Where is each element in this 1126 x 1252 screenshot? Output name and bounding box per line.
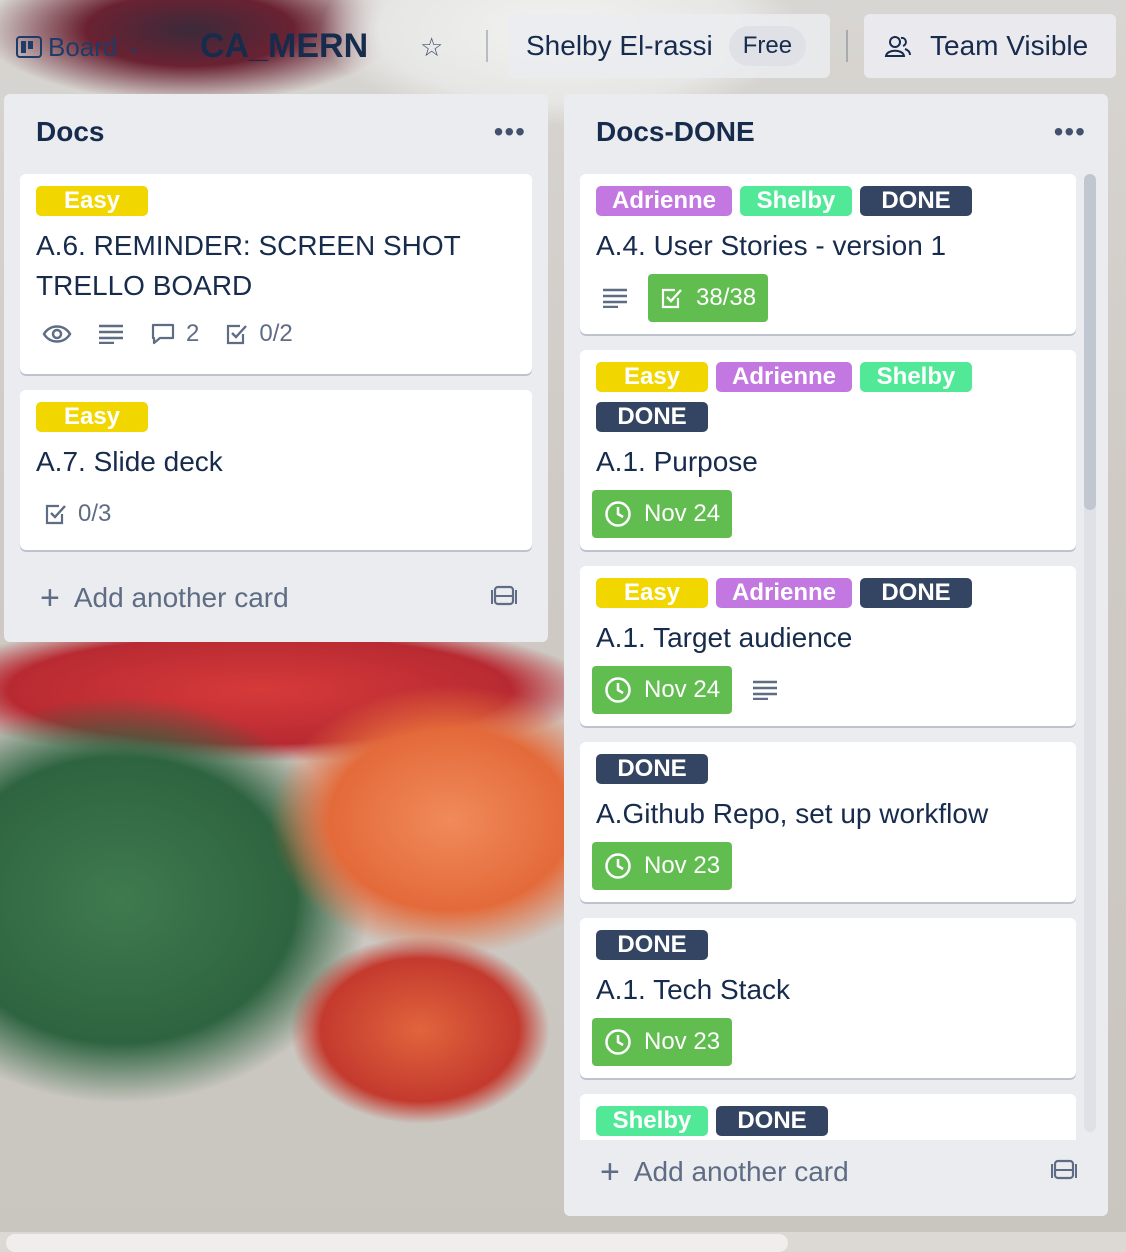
- template-icon[interactable]: [1050, 1158, 1078, 1184]
- team-icon: [884, 36, 911, 57]
- list-title[interactable]: Docs: [36, 116, 104, 148]
- checklist-complete-badge: 38/38: [648, 274, 769, 322]
- label-done[interactable]: DONE: [860, 578, 973, 608]
- checklist-icon: [45, 504, 66, 525]
- clock-icon: [605, 677, 631, 703]
- checklist-icon: [661, 288, 682, 309]
- card-title: A.4. User Stories - version 1: [596, 230, 947, 261]
- card[interactable]: Easy Adrienne Shelby DONE A.1. Purpose N…: [580, 350, 1076, 550]
- label-done[interactable]: DONE: [596, 402, 708, 432]
- add-card-label: Add another card: [73, 582, 289, 613]
- comments-badge: 2: [150, 320, 199, 348]
- board-scrollbar-thumb[interactable]: [6, 1234, 788, 1252]
- label-easy[interactable]: Easy: [36, 186, 148, 216]
- card-title: A.Github Repo, set up workflow: [596, 798, 989, 829]
- list-cards: Adrienne Shelby DONE A.4. User Stories -…: [564, 94, 1108, 1140]
- label-easy[interactable]: Easy: [36, 402, 148, 432]
- checklist-badge: 0/2: [225, 320, 293, 348]
- checklist-count: 0/3: [78, 500, 112, 527]
- clock-icon: [605, 853, 631, 879]
- description-icon: [602, 288, 628, 308]
- clock-icon: [605, 501, 631, 527]
- add-card-button[interactable]: + Add another card: [40, 579, 289, 617]
- member-name: Shelby El-rassi: [526, 30, 713, 61]
- checklist-badge: 0/3: [44, 500, 111, 528]
- due-date: Nov 23: [644, 852, 721, 879]
- star-icon[interactable]: ☆: [420, 32, 443, 63]
- visibility-button[interactable]: Team Visible: [864, 14, 1116, 78]
- description-icon: [752, 680, 778, 700]
- add-card-label: Add another card: [633, 1156, 849, 1187]
- label-easy[interactable]: Easy: [596, 578, 708, 608]
- more-icon[interactable]: •••: [494, 116, 526, 148]
- label-done[interactable]: DONE: [860, 186, 973, 216]
- due-date-badge[interactable]: Nov 23: [592, 1018, 733, 1066]
- board-title[interactable]: CA_MERN: [200, 26, 368, 66]
- due-date-badge[interactable]: Nov 24: [592, 490, 733, 538]
- eye-icon: [42, 324, 72, 344]
- checklist-count: 38/38: [696, 284, 757, 311]
- board-icon: [16, 36, 42, 58]
- label-done[interactable]: DONE: [596, 930, 708, 960]
- card-title: A.6. REMINDER: SCREEN SHOT TRELLO BOARD: [36, 230, 461, 301]
- plus-icon: +: [600, 1153, 620, 1191]
- card[interactable]: Adrienne Shelby DONE A.4. User Stories -…: [580, 174, 1076, 334]
- view-switcher-label: Board: [48, 31, 118, 62]
- card[interactable]: Easy A.6. REMINDER: SCREEN SHOT TRELLO B…: [20, 174, 532, 374]
- divider: [486, 30, 488, 62]
- label-done[interactable]: DONE: [716, 1106, 828, 1136]
- label-shelby[interactable]: Shelby: [596, 1106, 708, 1136]
- view-switcher[interactable]: Board ⌄: [16, 30, 141, 64]
- card-title: A.1. Purpose: [596, 446, 758, 477]
- template-icon[interactable]: [490, 584, 518, 610]
- due-date-badge[interactable]: Nov 24: [592, 666, 733, 714]
- add-card-button[interactable]: + Add another card: [600, 1153, 849, 1191]
- label-shelby[interactable]: Shelby: [740, 186, 853, 216]
- plus-icon: +: [40, 579, 60, 617]
- card[interactable]: Easy A.7. Slide deck 0/3: [20, 390, 532, 550]
- card[interactable]: DONE A.Github Repo, set up workflow Nov …: [580, 742, 1076, 902]
- due-date: Nov 23: [644, 1028, 721, 1055]
- comment-icon: [151, 323, 175, 345]
- list-docs-done: Docs-DONE ••• Adrienne Shelby DONE A.4. …: [564, 94, 1108, 1216]
- visibility-label: Team Visible: [930, 30, 1089, 61]
- label-adrienne[interactable]: Adrienne: [716, 362, 853, 392]
- card[interactable]: Shelby DONE: [580, 1094, 1076, 1140]
- divider: [846, 30, 848, 62]
- checklist-count: 0/2: [259, 320, 293, 347]
- label-done[interactable]: DONE: [596, 754, 708, 784]
- description-icon: [98, 324, 124, 344]
- list-docs: Docs ••• Easy A.6. REMINDER: SCREEN SHOT…: [4, 94, 548, 642]
- board-header: Board ⌄ CA_MERN ☆ Shelby El-rassi Free T…: [0, 0, 1126, 90]
- plan-badge: Free: [728, 26, 807, 66]
- clock-icon: [605, 1029, 631, 1055]
- label-adrienne[interactable]: Adrienne: [596, 186, 733, 216]
- label-easy[interactable]: Easy: [596, 362, 708, 392]
- due-date: Nov 24: [644, 500, 721, 527]
- card-title: A.1. Tech Stack: [596, 974, 791, 1005]
- due-date-badge[interactable]: Nov 23: [592, 842, 733, 890]
- label-shelby[interactable]: Shelby: [860, 362, 973, 392]
- checklist-icon: [227, 324, 248, 345]
- comments-count: 2: [186, 320, 200, 347]
- card-title: A.1. Target audience: [596, 622, 853, 653]
- card-title: A.7. Slide deck: [36, 446, 223, 477]
- workspace-button[interactable]: Shelby El-rassi Free: [508, 14, 830, 78]
- card[interactable]: Easy Adrienne DONE A.1. Target audience …: [580, 566, 1076, 726]
- due-date: Nov 24: [644, 676, 721, 703]
- card[interactable]: DONE A.1. Tech Stack Nov 23: [580, 918, 1076, 1078]
- chevron-down-icon: ⌄: [127, 39, 141, 56]
- label-adrienne[interactable]: Adrienne: [716, 578, 853, 608]
